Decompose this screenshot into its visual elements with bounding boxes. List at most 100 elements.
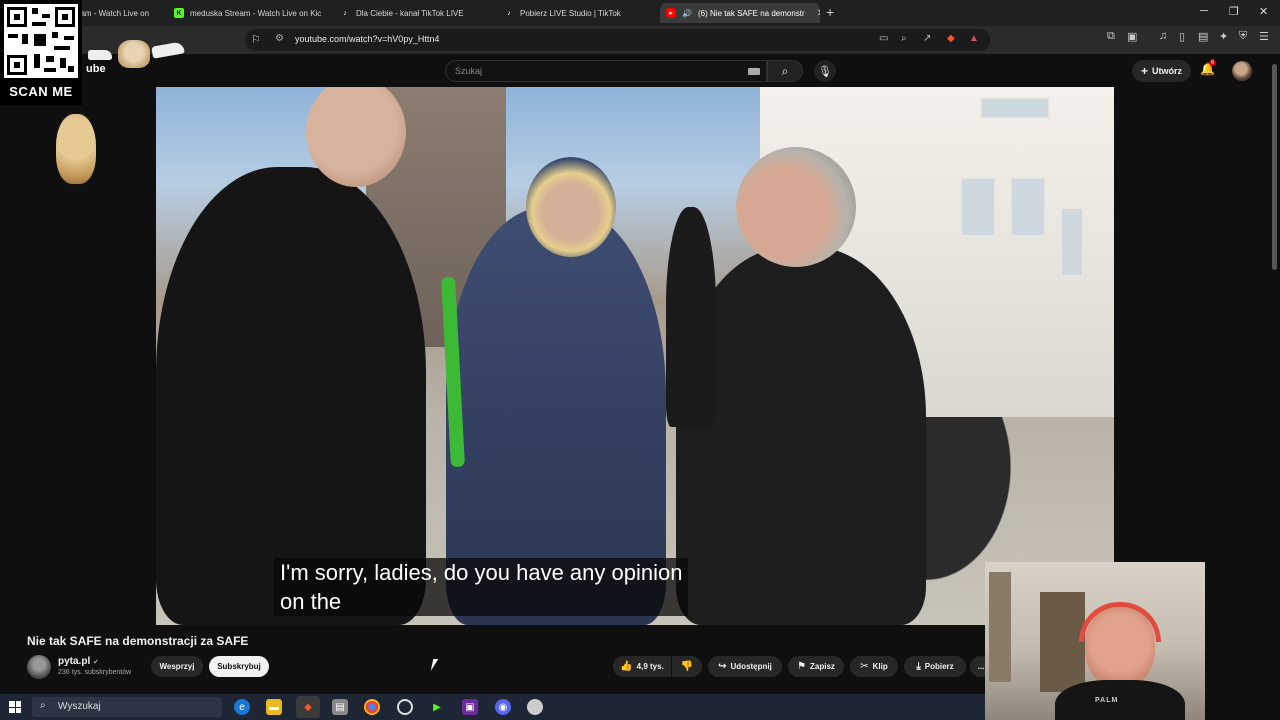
create-label: Utwórz xyxy=(1152,66,1183,76)
tab-2[interactable]: K meduska Stream - Watch Live on Kic xyxy=(168,3,328,23)
search-icon: ⌕ xyxy=(781,63,789,78)
verified-icon: ✔ xyxy=(93,659,99,666)
url-text[interactable]: youtube.com/watch?v=hV0py_Httn4 xyxy=(295,34,439,44)
channel-avatar[interactable] xyxy=(27,655,51,679)
tiktok-icon: ♪ xyxy=(343,9,347,17)
restore-icon[interactable]: ❐ xyxy=(1229,5,1239,18)
browser-tab-strip: eam - Watch Live on K meduska Stream - W… xyxy=(0,0,1280,26)
obs-icon[interactable] xyxy=(397,699,413,715)
youtube-masthead: Szukaj ⌕ 🎙 + Utwórz 🔔 6 xyxy=(0,54,1280,88)
thumbs-up-icon: 👍 xyxy=(620,661,633,672)
address-bar[interactable]: ⚐ ⚙ youtube.com/watch?v=hV0py_Httn4 ▭ ⌕ … xyxy=(245,29,990,51)
screenshot-icon[interactable]: ▣ xyxy=(1127,30,1137,43)
sidebar-icon[interactable]: ▯ xyxy=(1179,30,1185,43)
download-icon: ⤓ xyxy=(916,661,921,672)
subscribe-button[interactable]: Subskrybuj xyxy=(209,656,269,677)
taskbar-search[interactable]: ⌕ Wyszukaj xyxy=(32,697,222,717)
support-button[interactable]: Wesprzyj xyxy=(151,656,203,677)
scissors-icon: ✂ xyxy=(860,661,869,672)
save-label: Zapisz xyxy=(810,662,835,671)
tab-4-label: Pobierz LIVE Studio | TikTok xyxy=(520,8,621,18)
voice-search-button[interactable]: 🎙 xyxy=(814,60,836,82)
tab-1[interactable]: eam - Watch Live on xyxy=(70,3,162,23)
brave-active-icon[interactable]: ◆ xyxy=(296,696,320,718)
clip-button[interactable]: ✂ Klip xyxy=(850,656,898,677)
new-tab-button[interactable]: + xyxy=(826,4,834,20)
plus-icon: + xyxy=(1141,64,1149,78)
cast-icon[interactable]: ▭ xyxy=(879,33,888,44)
app-icon-1[interactable]: ▤ xyxy=(332,699,348,715)
youtube-logo-fragment: ube xyxy=(86,63,106,75)
vpn-icon[interactable]: ⛨ xyxy=(1239,30,1247,43)
subscribe-label: Subskrybuj xyxy=(217,662,261,671)
subtitle-caption: I'm sorry, ladies, do you have any opini… xyxy=(274,558,689,616)
clip-label: Klip xyxy=(872,662,888,671)
speaker-icon: 🔊 xyxy=(682,8,692,18)
search-input[interactable]: Szukaj xyxy=(445,60,767,82)
search-button[interactable]: ⌕ xyxy=(767,60,803,82)
mouse-cursor xyxy=(430,659,444,671)
doorway xyxy=(1040,592,1085,692)
screen: eam - Watch Live on K meduska Stream - W… xyxy=(0,0,1280,720)
headset xyxy=(1079,602,1161,642)
car-sticker xyxy=(88,50,112,60)
scrollbar[interactable] xyxy=(1272,64,1277,270)
shirt-print: PALM xyxy=(1095,697,1119,704)
kick-icon: K xyxy=(174,8,184,18)
video-title: Nie tak SAFE na demonstracji za SAFE xyxy=(27,634,249,648)
file-explorer-icon[interactable]: ▬ xyxy=(266,699,282,715)
leo-ai-icon[interactable]: ✦ xyxy=(1219,30,1228,43)
like-button[interactable]: 👍 4,9 tys. xyxy=(613,656,671,677)
tab-5-label: (6) Nie tak SAFE na demonstr xyxy=(697,8,805,18)
save-button[interactable]: ⚑ Zapisz xyxy=(788,656,844,677)
qr-code xyxy=(4,4,78,78)
create-button[interactable]: + Utwórz xyxy=(1132,60,1192,82)
share-label: Udostępnij xyxy=(730,662,772,671)
more-label: ... xyxy=(977,662,985,671)
account-avatar[interactable] xyxy=(1232,61,1252,81)
dislike-button[interactable]: 👎 xyxy=(672,656,702,677)
download-label: Pobierz xyxy=(924,662,954,671)
windows-start-icon[interactable] xyxy=(9,701,21,713)
download-button[interactable]: ⤓ Pobierz xyxy=(904,656,966,677)
taskbar-search-label: Wyszukaj xyxy=(58,701,101,712)
tab-3-label: Dla Ciebie - kanał TikTok LIVE xyxy=(356,8,464,18)
app-icon-3[interactable] xyxy=(527,699,543,715)
chrome-icon[interactable] xyxy=(364,699,380,715)
bookmark-save-icon: ⚑ xyxy=(797,661,807,672)
wallet-icon[interactable]: ▤ xyxy=(1198,30,1208,43)
edge-icon[interactable]: e xyxy=(234,699,250,715)
brave-rewards-icon[interactable]: ▲ xyxy=(969,33,979,44)
share-button[interactable]: ↪ Udostępnij xyxy=(708,656,782,677)
keyboard-icon[interactable] xyxy=(748,68,760,75)
tab-3[interactable]: ♪ Dla Ciebie - kanał TikTok LIVE xyxy=(334,3,494,23)
tab-5-active[interactable]: ▸ 🔊 (6) Nie tak SAFE na demonstr ✕ xyxy=(660,3,820,23)
microphone-icon: 🎙 xyxy=(818,65,832,78)
media-icon[interactable]: ♫ xyxy=(1159,30,1167,42)
webcam-overlay: PALM xyxy=(985,562,1205,720)
extensions-icon[interactable]: ⧉ xyxy=(1107,30,1115,43)
menu-icon[interactable]: ☰ xyxy=(1259,30,1269,43)
share-icon[interactable]: ↗ xyxy=(923,33,931,44)
site-info-icon[interactable]: ⚙ xyxy=(275,33,284,44)
caption-line-1: I'm sorry, ladies, do you have any opini… xyxy=(280,560,683,585)
close-window-icon[interactable]: ✕ xyxy=(1259,5,1268,18)
cat-sticker xyxy=(118,40,150,68)
brave-shield-icon[interactable]: ◆ xyxy=(947,33,955,44)
close-tab-icon[interactable]: ✕ xyxy=(817,8,820,19)
minimize-icon[interactable]: ─ xyxy=(1200,5,1208,17)
tab-2-label: meduska Stream - Watch Live on Kic xyxy=(190,8,322,18)
subscriber-count: 236 tys. subskrybentów xyxy=(58,669,132,676)
discord-icon[interactable]: ◉ xyxy=(495,699,511,715)
bystander-figure xyxy=(666,207,716,427)
video-player[interactable]: I'm sorry, ladies, do you have any opini… xyxy=(156,87,1114,625)
tab-4[interactable]: ♪ Pobierz LIVE Studio | TikTok xyxy=(498,3,658,23)
zoom-icon[interactable]: ⌕ xyxy=(901,33,907,44)
hamster-sticker xyxy=(56,114,96,184)
play-app-icon[interactable]: ▶ xyxy=(429,699,445,715)
bookmark-icon[interactable]: ⚐ xyxy=(251,33,261,46)
channel-name[interactable]: pyta.pl ✔ xyxy=(58,656,99,667)
app-icon-2[interactable]: ▣ xyxy=(462,699,478,715)
thumbs-down-icon: 👎 xyxy=(680,661,694,672)
caption-line-2: on the xyxy=(280,589,342,614)
